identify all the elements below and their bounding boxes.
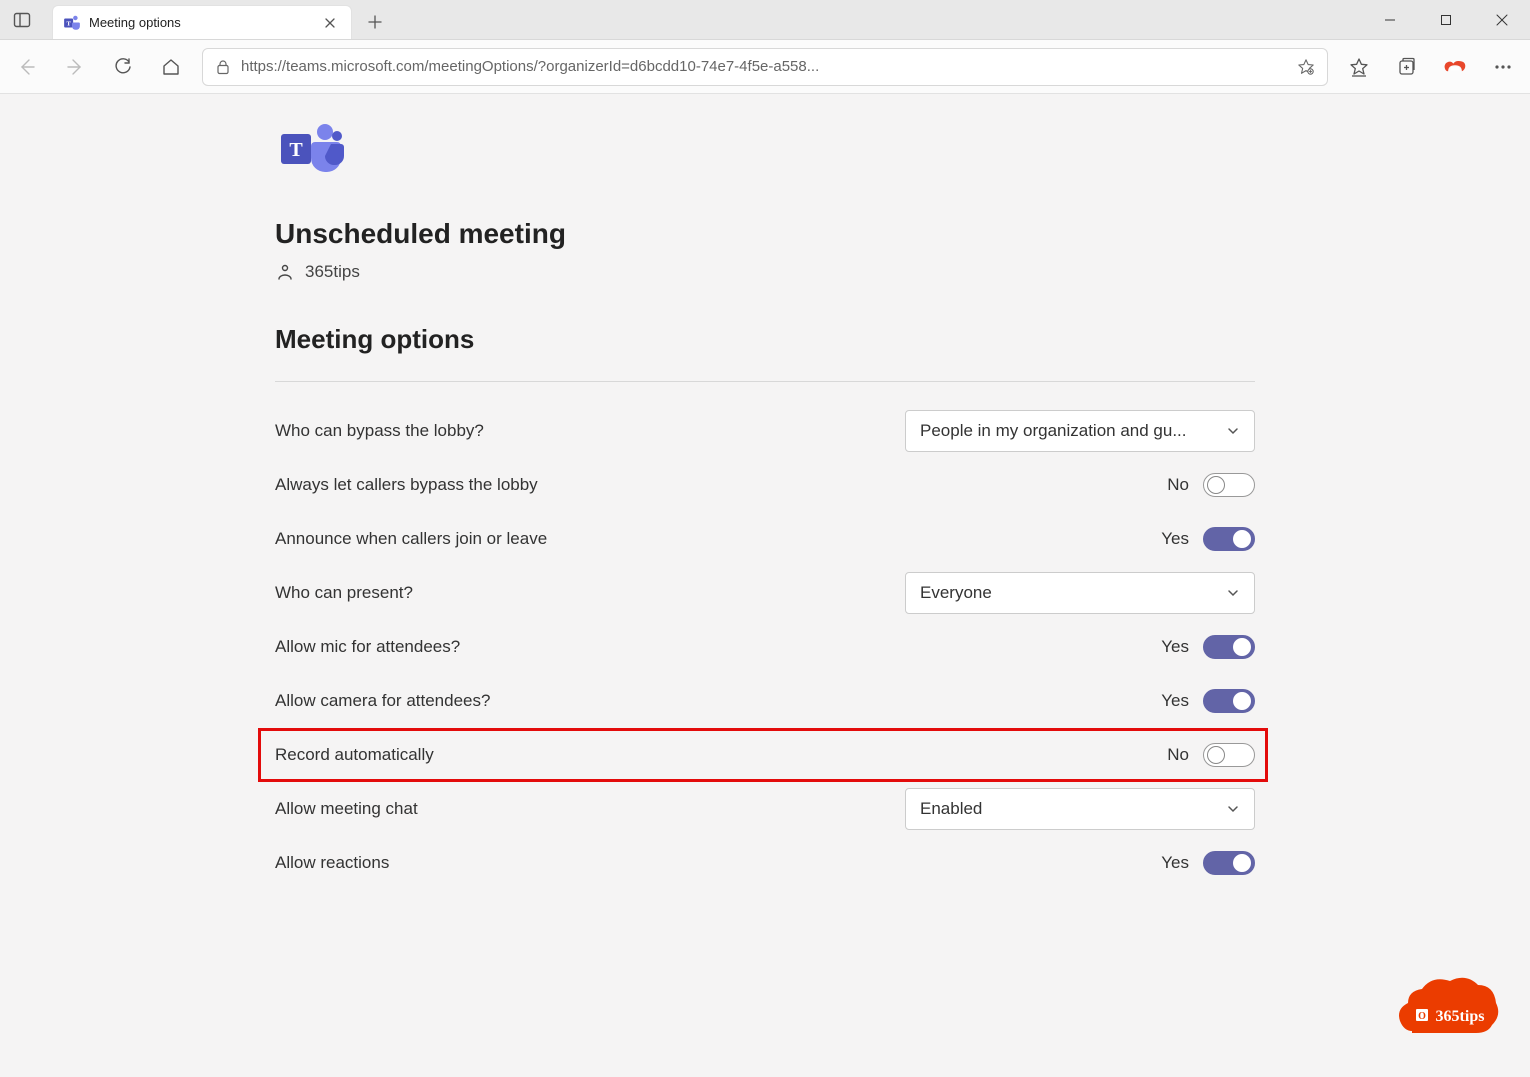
new-tab-button[interactable] [358, 5, 392, 39]
browser-tab-active[interactable]: T Meeting options [52, 5, 352, 39]
select-value: People in my organization and gu... [920, 421, 1187, 441]
option-label: Who can present? [275, 583, 905, 603]
teams-favicon: T [63, 14, 81, 32]
option-label: Allow mic for attendees? [275, 637, 905, 657]
toggle-state-text: Yes [1161, 853, 1189, 873]
callers-bypass-toggle[interactable] [1203, 473, 1255, 497]
favorites-hub-icon[interactable] [1342, 50, 1376, 84]
window-minimize-button[interactable] [1362, 0, 1418, 40]
collections-icon[interactable] [1390, 50, 1424, 84]
window-controls [1362, 0, 1530, 39]
svg-text:O: O [1418, 1011, 1426, 1022]
tab-strip: T Meeting options [44, 0, 1362, 39]
refresh-button[interactable] [106, 50, 140, 84]
option-record-automatically: Record automatically No [258, 728, 1268, 782]
tab-actions-icon[interactable] [0, 0, 44, 39]
option-callers-bypass: Always let callers bypass the lobby No [275, 458, 1255, 512]
allow-chat-select[interactable]: Enabled [905, 788, 1255, 830]
option-who-present: Who can present? Everyone [275, 566, 1255, 620]
select-value: Enabled [920, 799, 982, 819]
option-label: Always let callers bypass the lobby [275, 475, 905, 495]
option-allow-mic: Allow mic for attendees? Yes [275, 620, 1255, 674]
option-label: Allow meeting chat [275, 799, 905, 819]
window-maximize-button[interactable] [1418, 0, 1474, 40]
allow-camera-toggle[interactable] [1203, 689, 1255, 713]
tab-close-icon[interactable] [319, 12, 341, 34]
allow-mic-toggle[interactable] [1203, 635, 1255, 659]
watermark-365tips: O 365tips [1394, 971, 1502, 1049]
nav-forward-button[interactable] [58, 50, 92, 84]
window-titlebar: T Meeting options [0, 0, 1530, 40]
chevron-down-icon [1226, 586, 1240, 600]
home-button[interactable] [154, 50, 188, 84]
toggle-state-text: Yes [1161, 637, 1189, 657]
window-close-button[interactable] [1474, 0, 1530, 40]
person-icon [275, 262, 295, 282]
option-allow-camera: Allow camera for attendees? Yes [275, 674, 1255, 728]
svg-text:T: T [289, 139, 303, 161]
more-menu-icon[interactable] [1486, 50, 1520, 84]
option-label: Allow reactions [275, 853, 905, 873]
toggle-state-text: No [1161, 745, 1189, 765]
option-label: Announce when callers join or leave [275, 529, 905, 549]
bypass-lobby-select[interactable]: People in my organization and gu... [905, 410, 1255, 452]
toggle-state-text: No [1161, 475, 1189, 495]
who-present-select[interactable]: Everyone [905, 572, 1255, 614]
option-bypass-lobby: Who can bypass the lobby? People in my o… [275, 404, 1255, 458]
favorite-star-icon[interactable] [1297, 58, 1315, 76]
option-label: Record automatically [275, 745, 905, 765]
organizer-row: 365tips [275, 262, 1255, 282]
badge-text: 365tips [1436, 1008, 1485, 1025]
section-title: Meeting options [275, 324, 1255, 382]
option-label: Who can bypass the lobby? [275, 421, 905, 441]
page-viewport[interactable]: T Unscheduled meeting 365tips Meeting op… [0, 94, 1530, 1077]
nav-back-button[interactable] [10, 50, 44, 84]
option-allow-reactions: Allow reactions Yes [275, 836, 1255, 890]
record-automatically-toggle[interactable] [1203, 743, 1255, 767]
browser-toolbar: https://teams.microsoft.com/meetingOptio… [0, 40, 1530, 94]
teams-logo: T [275, 120, 1255, 178]
meeting-options-page: T Unscheduled meeting 365tips Meeting op… [275, 94, 1255, 1010]
option-allow-chat: Allow meeting chat Enabled [275, 782, 1255, 836]
profile-icon[interactable] [1438, 50, 1472, 84]
option-label: Allow camera for attendees? [275, 691, 905, 711]
announce-callers-toggle[interactable] [1203, 527, 1255, 551]
organizer-name: 365tips [305, 262, 360, 282]
allow-reactions-toggle[interactable] [1203, 851, 1255, 875]
select-value: Everyone [920, 583, 992, 603]
chevron-down-icon [1226, 424, 1240, 438]
toggle-state-text: Yes [1161, 529, 1189, 549]
toggle-state-text: Yes [1161, 691, 1189, 711]
chevron-down-icon [1226, 802, 1240, 816]
option-announce-callers: Announce when callers join or leave Yes [275, 512, 1255, 566]
address-bar[interactable]: https://teams.microsoft.com/meetingOptio… [202, 48, 1328, 86]
svg-text:T: T [66, 20, 71, 27]
url-text: https://teams.microsoft.com/meetingOptio… [241, 58, 1287, 75]
meeting-title: Unscheduled meeting [275, 218, 1255, 250]
site-info-icon[interactable] [215, 59, 231, 75]
tab-title: Meeting options [89, 15, 311, 30]
